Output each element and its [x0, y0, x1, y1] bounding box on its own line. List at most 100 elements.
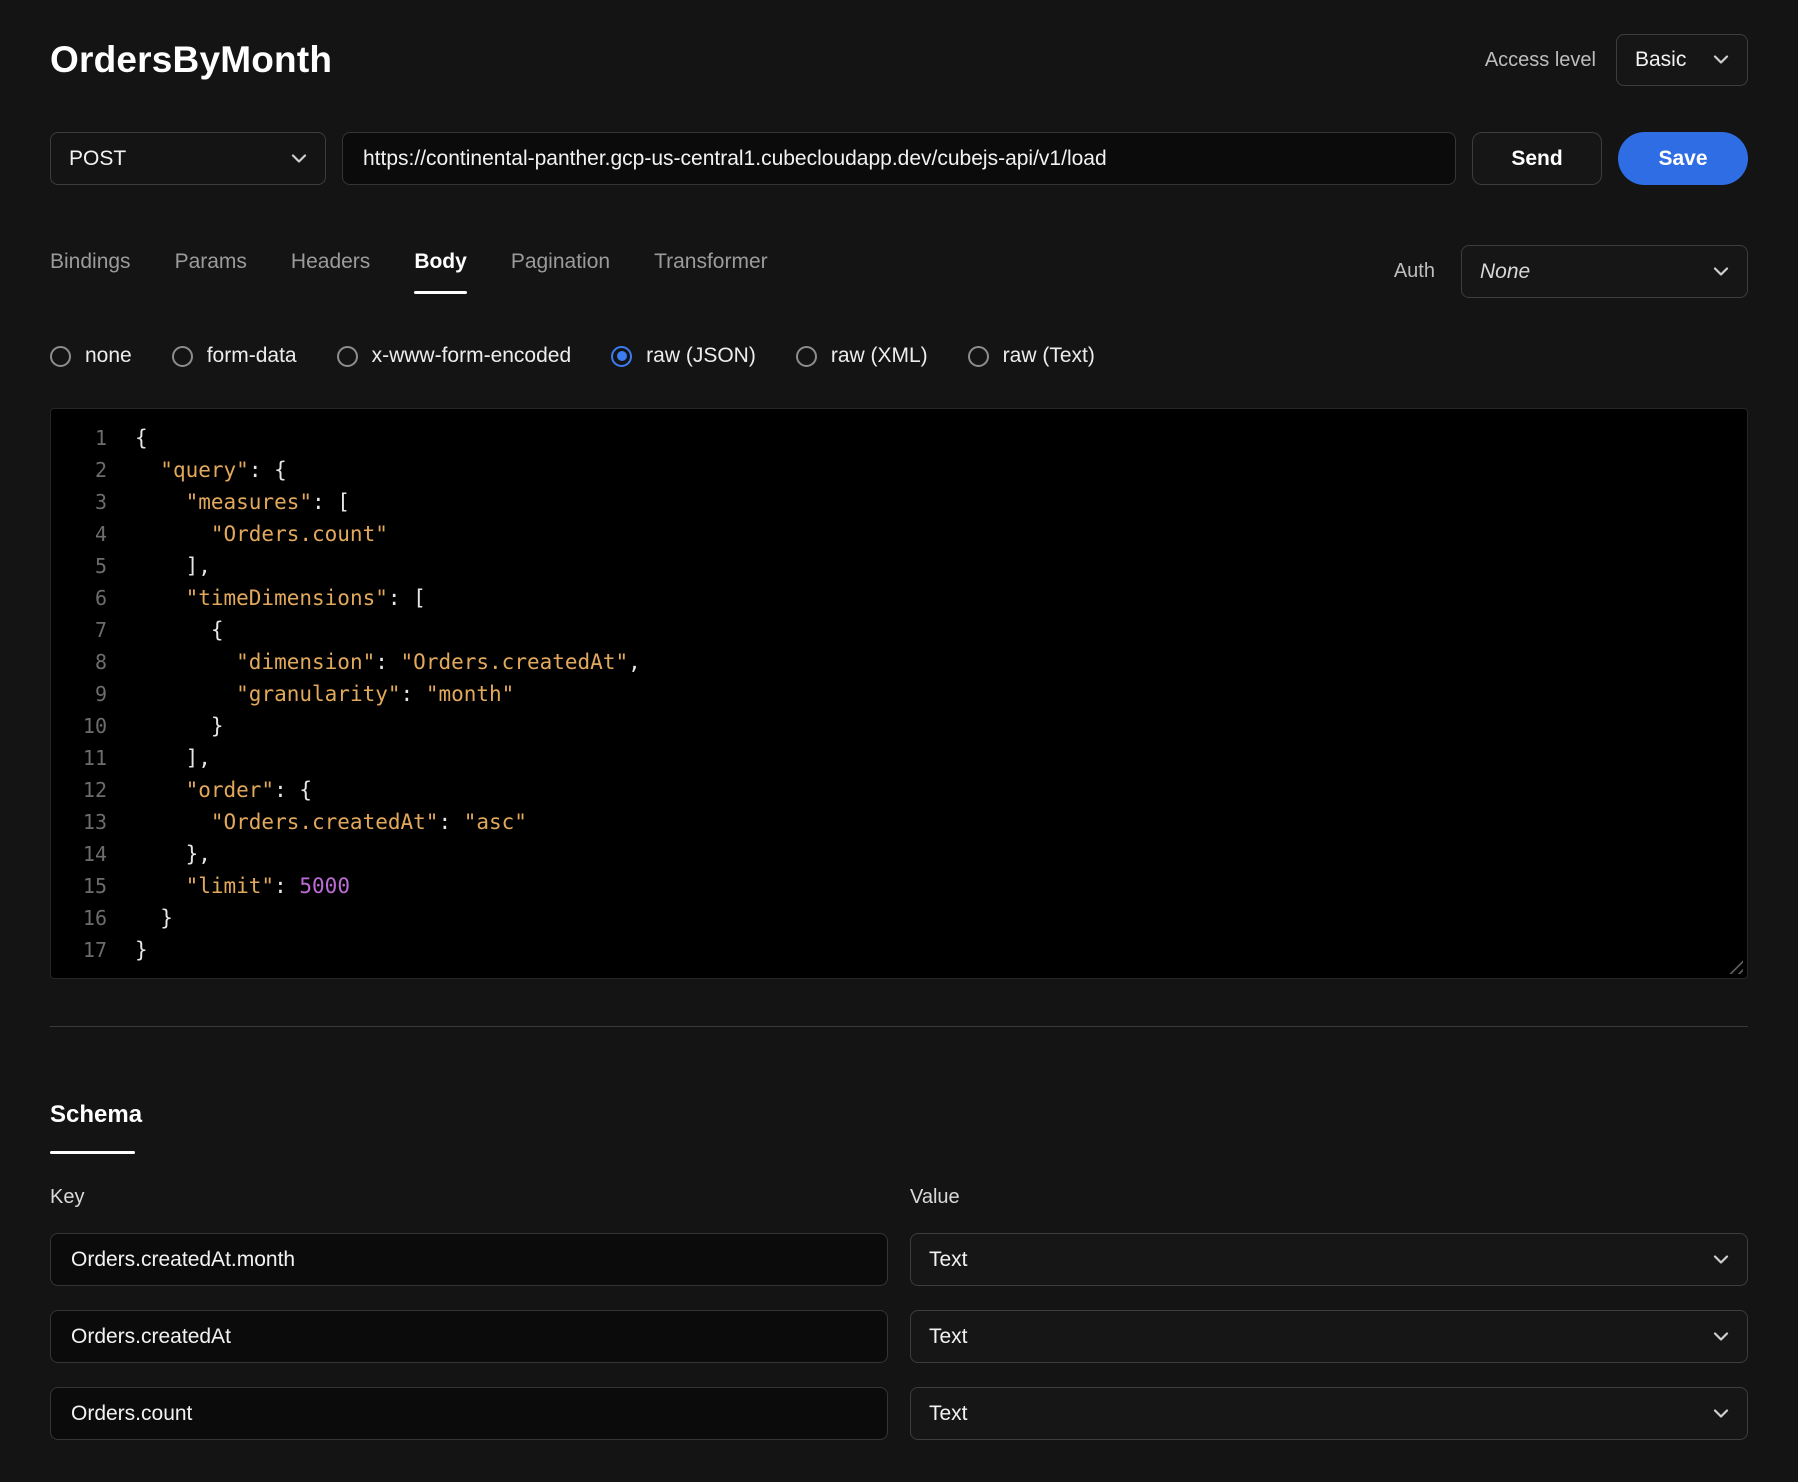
radio-label: raw (XML)	[831, 344, 928, 368]
line-number: 4	[51, 518, 135, 550]
code-line: 13 "Orders.createdAt": "asc"	[51, 806, 1747, 838]
page-title: OrdersByMonth	[50, 38, 332, 82]
body-type-x-www-form-encoded[interactable]: x-www-form-encoded	[337, 344, 572, 368]
editor-lines: 1{2 "query": {3 "measures": [4 "Orders.c…	[51, 422, 1747, 966]
body-type-raw-text[interactable]: raw (Text)	[968, 344, 1095, 368]
radio-label: none	[85, 344, 132, 368]
body-editor[interactable]: 1{2 "query": {3 "measures": [4 "Orders.c…	[50, 408, 1748, 979]
code-line: 1{	[51, 422, 1747, 454]
line-number: 13	[51, 806, 135, 838]
line-number: 17	[51, 934, 135, 966]
schema-value-select[interactable]: Text	[910, 1310, 1748, 1363]
body-type-raw-json[interactable]: raw (JSON)	[611, 344, 756, 368]
line-number: 5	[51, 550, 135, 582]
schema-heading: Schema	[50, 1101, 1748, 1129]
auth-label: Auth	[1394, 260, 1435, 283]
code-line: 2 "query": {	[51, 454, 1747, 486]
method-value: POST	[69, 147, 126, 171]
radio-icon	[172, 346, 193, 367]
radio-icon	[337, 346, 358, 367]
method-select[interactable]: POST	[50, 132, 326, 185]
schema-heading-underline	[50, 1151, 135, 1154]
schema-key-input[interactable]	[50, 1310, 888, 1363]
body-type-none[interactable]: none	[50, 344, 132, 368]
line-number: 7	[51, 614, 135, 646]
schema-value: Text	[929, 1248, 968, 1272]
code-line: 14 },	[51, 838, 1747, 870]
tab-bar: Bindings Params Headers Body Pagination Trans…	[50, 250, 768, 294]
tab-bindings[interactable]: Bindings	[50, 250, 131, 294]
chevron-down-icon	[1713, 267, 1729, 277]
auth-control: Auth None	[1394, 245, 1748, 298]
save-button[interactable]: Save	[1618, 132, 1748, 185]
code-line: 8 "dimension": "Orders.createdAt",	[51, 646, 1747, 678]
radio-icon	[50, 346, 71, 367]
body-type-form-data[interactable]: form-data	[172, 344, 297, 368]
section-divider	[50, 1026, 1748, 1027]
access-level-control: Access level Basic	[1485, 34, 1748, 86]
body-type-selector: none form-data x-www-form-encoded raw (JSON…	[50, 344, 1748, 368]
line-number: 11	[51, 742, 135, 774]
chevron-down-icon	[1713, 1255, 1729, 1265]
code-line: 10 }	[51, 710, 1747, 742]
tab-params[interactable]: Params	[175, 250, 247, 294]
line-number: 6	[51, 582, 135, 614]
code-line: 12 "order": {	[51, 774, 1747, 806]
schema-key-header: Key	[50, 1186, 888, 1209]
line-number: 3	[51, 486, 135, 518]
schema-value-select[interactable]: Text	[910, 1387, 1748, 1440]
body-type-raw-xml[interactable]: raw (XML)	[796, 344, 928, 368]
tab-headers[interactable]: Headers	[291, 250, 370, 294]
tabs-row: Bindings Params Headers Body Pagination Trans…	[50, 245, 1748, 298]
schema-value-select[interactable]: Text	[910, 1233, 1748, 1286]
schema-value-header: Value	[910, 1186, 1748, 1209]
tab-transformer[interactable]: Transformer	[654, 250, 768, 294]
chevron-down-icon	[1713, 55, 1729, 65]
schema-key-input[interactable]	[50, 1387, 888, 1440]
access-level-select[interactable]: Basic	[1616, 34, 1748, 86]
schema-section: Schema Key Value Text Text Text	[50, 1101, 1748, 1440]
radio-icon	[968, 346, 989, 367]
code-line: 16 }	[51, 902, 1747, 934]
line-number: 10	[51, 710, 135, 742]
code-line: 5 ],	[51, 550, 1747, 582]
topbar: OrdersByMonth Access level Basic	[50, 34, 1748, 86]
radio-icon	[611, 346, 632, 367]
chevron-down-icon	[1713, 1332, 1729, 1342]
access-level-value: Basic	[1635, 48, 1686, 72]
schema-grid: Key Value Text Text Text	[50, 1186, 1748, 1440]
tab-body[interactable]: Body	[414, 250, 467, 294]
line-number: 12	[51, 774, 135, 806]
auth-select[interactable]: None	[1461, 245, 1748, 298]
line-number: 2	[51, 454, 135, 486]
tab-pagination[interactable]: Pagination	[511, 250, 610, 294]
code-line: 4 "Orders.count"	[51, 518, 1747, 550]
rest-api-query-editor: OrdersByMonth Access level Basic POST Se…	[0, 0, 1798, 1440]
line-number: 14	[51, 838, 135, 870]
schema-key-input[interactable]	[50, 1233, 888, 1286]
code-line: 6 "timeDimensions": [	[51, 582, 1747, 614]
radio-label: raw (Text)	[1003, 344, 1095, 368]
radio-label: x-www-form-encoded	[372, 344, 572, 368]
send-button[interactable]: Send	[1472, 132, 1602, 185]
line-number: 8	[51, 646, 135, 678]
schema-value: Text	[929, 1402, 968, 1426]
request-row: POST Send Save	[50, 132, 1748, 185]
radio-icon	[796, 346, 817, 367]
url-input[interactable]	[342, 132, 1456, 185]
auth-value: None	[1480, 260, 1530, 284]
radio-label: form-data	[207, 344, 297, 368]
code-line: 11 ],	[51, 742, 1747, 774]
line-number: 16	[51, 902, 135, 934]
chevron-down-icon	[1713, 1409, 1729, 1419]
code-line: 15 "limit": 5000	[51, 870, 1747, 902]
radio-label: raw (JSON)	[646, 344, 756, 368]
code-line: 17}	[51, 934, 1747, 966]
line-number: 9	[51, 678, 135, 710]
code-line: 3 "measures": [	[51, 486, 1747, 518]
code-line: 7 {	[51, 614, 1747, 646]
chevron-down-icon	[291, 154, 307, 164]
schema-value: Text	[929, 1325, 968, 1349]
code-line: 9 "granularity": "month"	[51, 678, 1747, 710]
line-number: 15	[51, 870, 135, 902]
